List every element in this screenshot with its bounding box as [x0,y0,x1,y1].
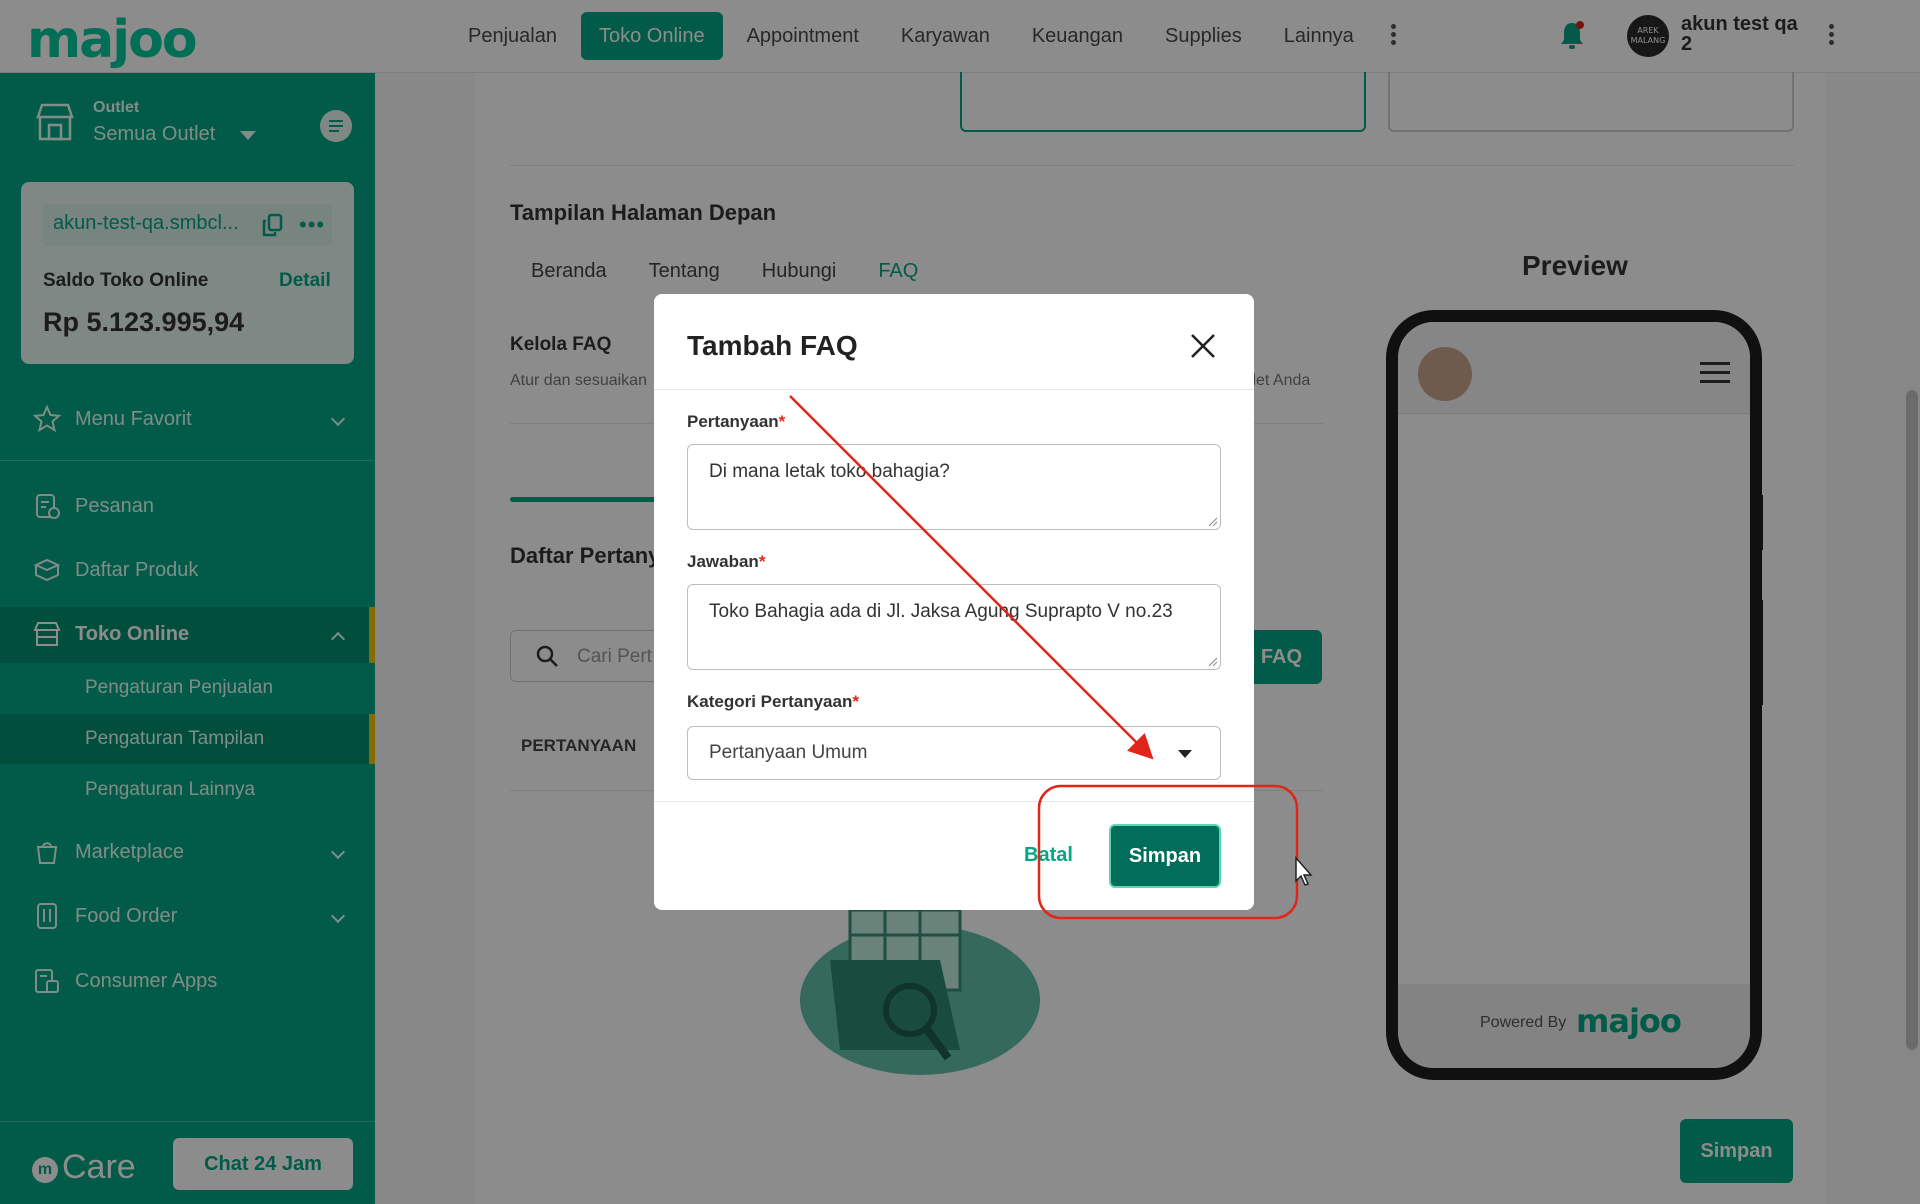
question-textarea[interactable]: Di mana letak toko bahagia? [687,444,1221,530]
resize-grip-icon[interactable] [1207,516,1217,526]
answer-label: Jawaban* [687,552,765,572]
caret-down-icon [1178,750,1192,758]
required-mark: * [778,412,786,431]
close-icon[interactable] [1187,330,1219,362]
answer-label-text: Jawaban [687,552,759,571]
category-selected-value: Pertanyaan Umum [709,742,868,763]
category-select[interactable]: Pertanyaan Umum [687,726,1221,780]
modal-divider [654,389,1254,390]
question-label: Pertanyaan* [687,412,785,432]
tambah-faq-modal: Tambah FAQ Pertanyaan* Di mana letak tok… [654,294,1254,910]
resize-grip-icon[interactable] [1207,656,1217,666]
modal-divider [654,801,1254,802]
cancel-button[interactable]: Batal [1024,844,1073,867]
answer-value: Toko Bahagia ada di Jl. Jaksa Agung Supr… [709,601,1173,622]
question-label-text: Pertanyaan [687,412,779,431]
answer-textarea[interactable]: Toko Bahagia ada di Jl. Jaksa Agung Supr… [687,584,1221,670]
required-mark: * [852,692,859,711]
required-mark: * [758,552,766,571]
category-label: Kategori Pertanyaan* [687,692,859,712]
save-button[interactable]: Simpan [1109,824,1221,888]
category-label-text: Kategori Pertanyaan [687,692,853,711]
question-value: Di mana letak toko bahagia? [709,461,950,482]
modal-title: Tambah FAQ [687,330,858,361]
